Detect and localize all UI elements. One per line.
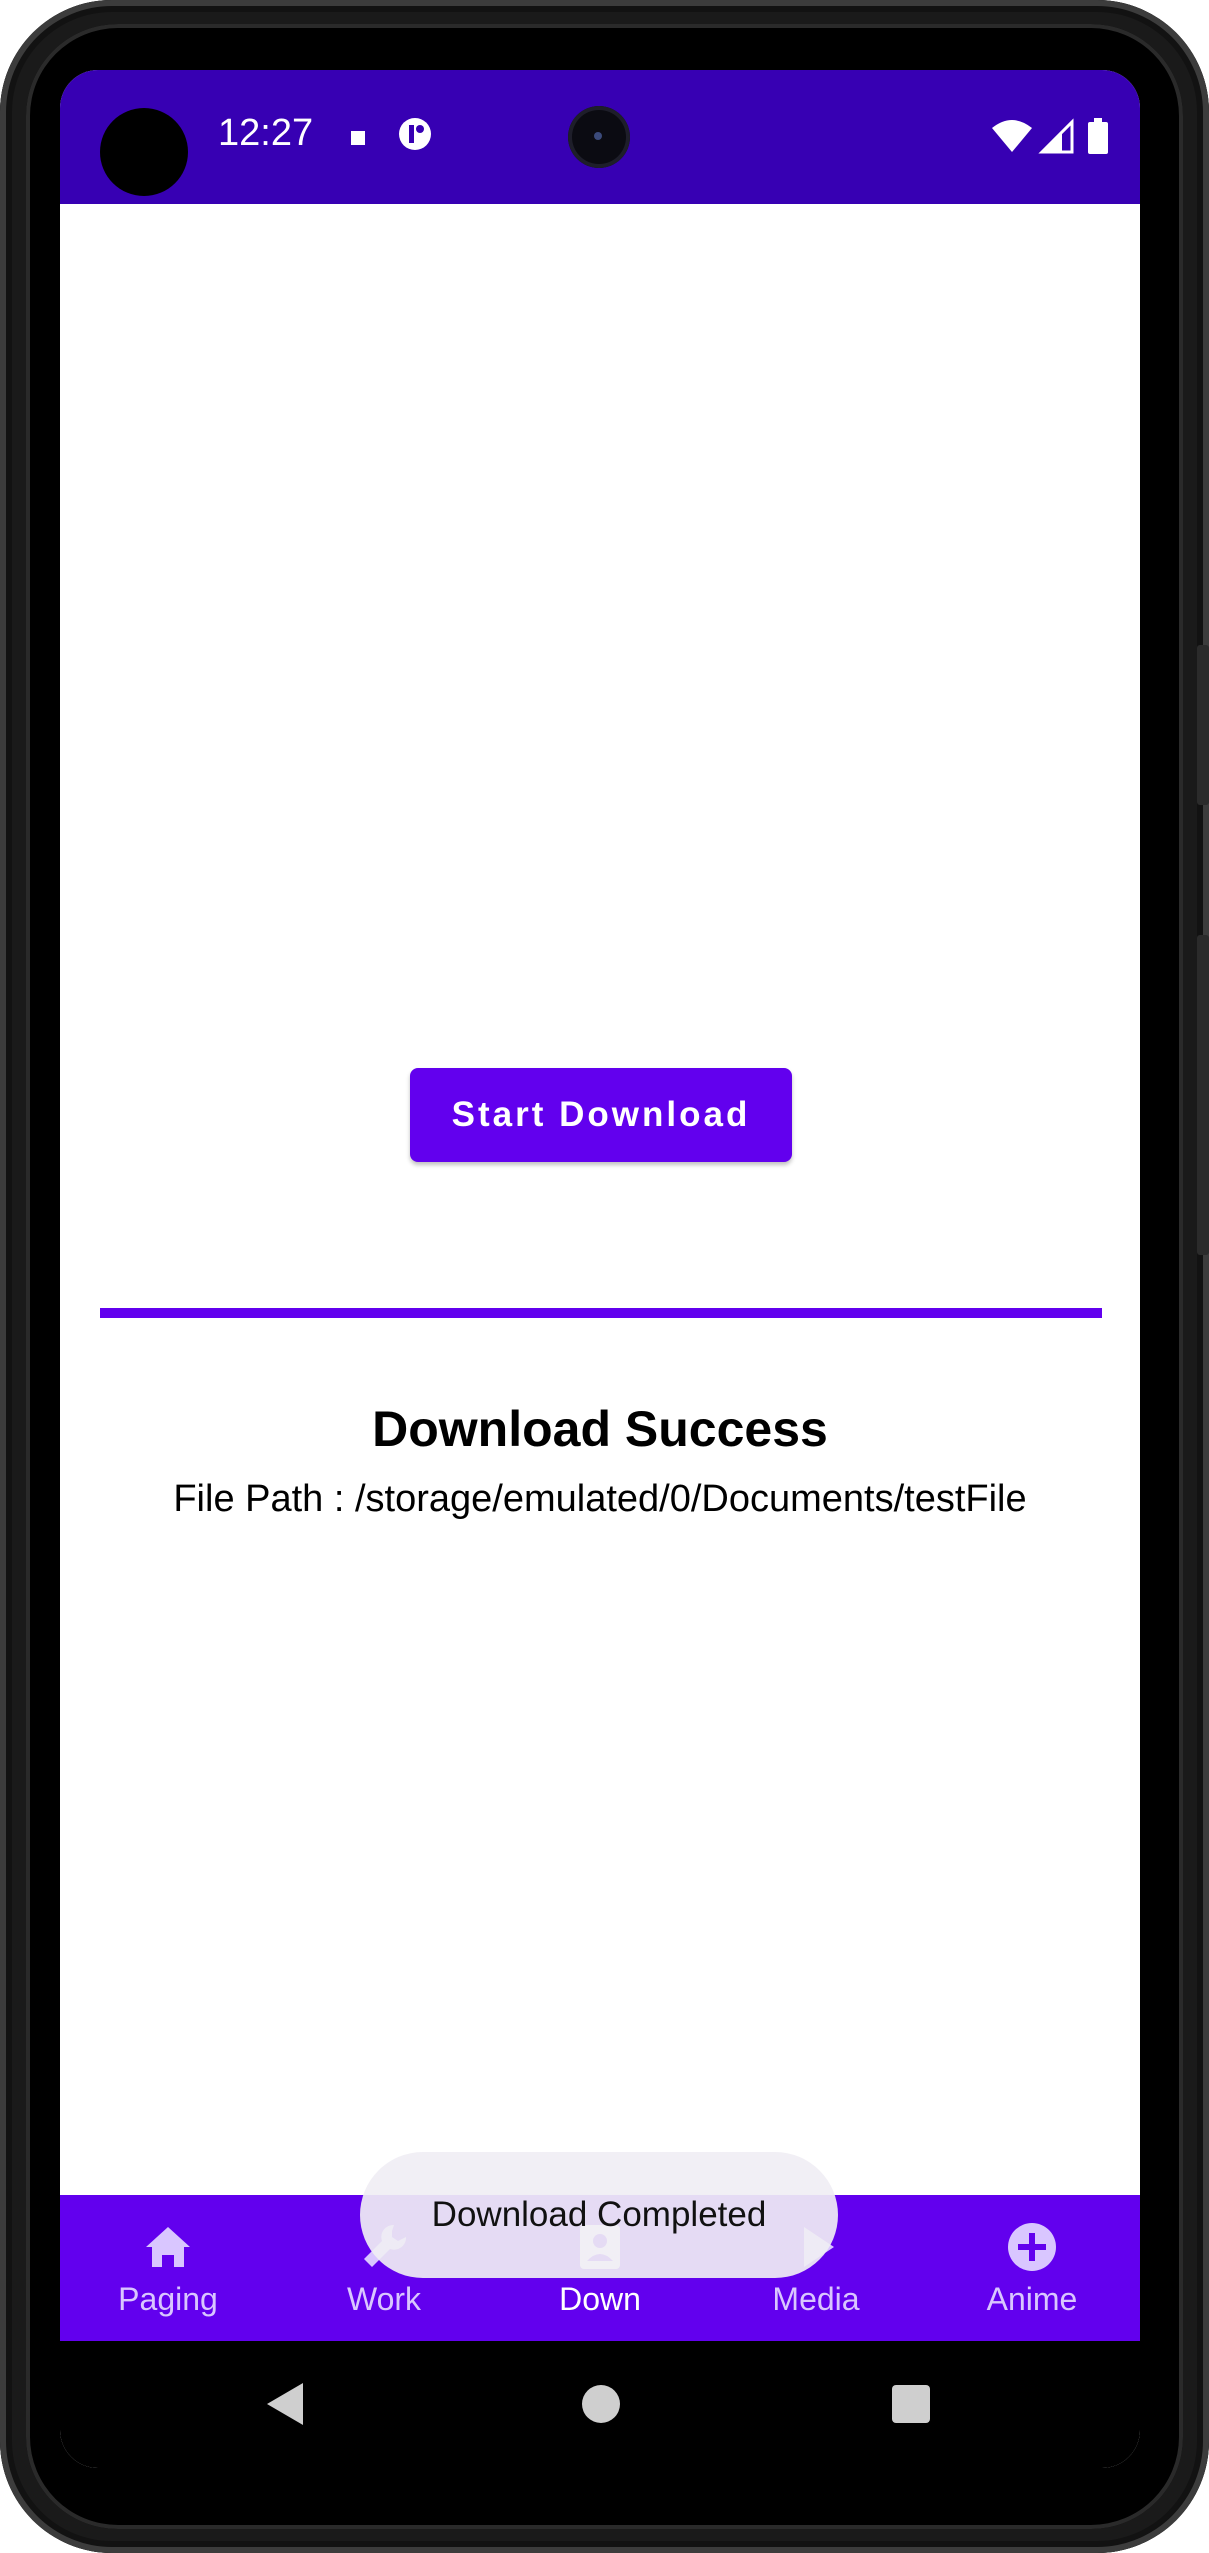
download-progress-bar: [100, 1308, 1102, 1318]
nav-label-work: Work: [346, 2281, 422, 2317]
battery-icon: [1088, 118, 1108, 154]
back-icon[interactable]: [265, 2381, 305, 2427]
status-time: 12:27: [218, 112, 314, 154]
nav-label-paging: Paging: [118, 2281, 218, 2317]
start-download-button[interactable]: Start Download: [410, 1068, 792, 1162]
result-title: Download Success: [372, 1401, 828, 1457]
power-button: [1197, 645, 1209, 805]
volume-button: [1197, 935, 1209, 1255]
nav-item-paging[interactable]: Paging: [60, 2195, 276, 2341]
recents-icon[interactable]: [892, 2385, 930, 2423]
front-camera: [568, 106, 630, 168]
status-dot: [100, 108, 188, 196]
add-circle-icon: [1008, 2223, 1056, 2271]
status-bar: 12:27: [60, 70, 1140, 204]
wifi-icon: [992, 120, 1032, 152]
home-icon: [146, 2227, 190, 2267]
nav-label-down: Down: [559, 2281, 641, 2317]
nav-label-anime: Anime: [986, 2281, 1078, 2317]
nav-label-media: Media: [772, 2281, 860, 2317]
notification-square-icon: [351, 131, 365, 145]
system-navigation-bar: [60, 2341, 1140, 2468]
nav-item-anime[interactable]: Anime: [924, 2195, 1140, 2341]
toast-message: Download Completed: [360, 2152, 838, 2278]
status-icons: [992, 118, 1108, 154]
home-button-icon[interactable]: [582, 2385, 620, 2423]
screen: 12:27 Start Download Download Success Fi…: [60, 70, 1140, 2468]
signal-icon: [1038, 118, 1074, 154]
file-path-text: File Path : /storage/emulated/0/Document…: [173, 1478, 1027, 1520]
download-progress-fill: [100, 1308, 1102, 1318]
app-g-icon: [399, 118, 431, 150]
